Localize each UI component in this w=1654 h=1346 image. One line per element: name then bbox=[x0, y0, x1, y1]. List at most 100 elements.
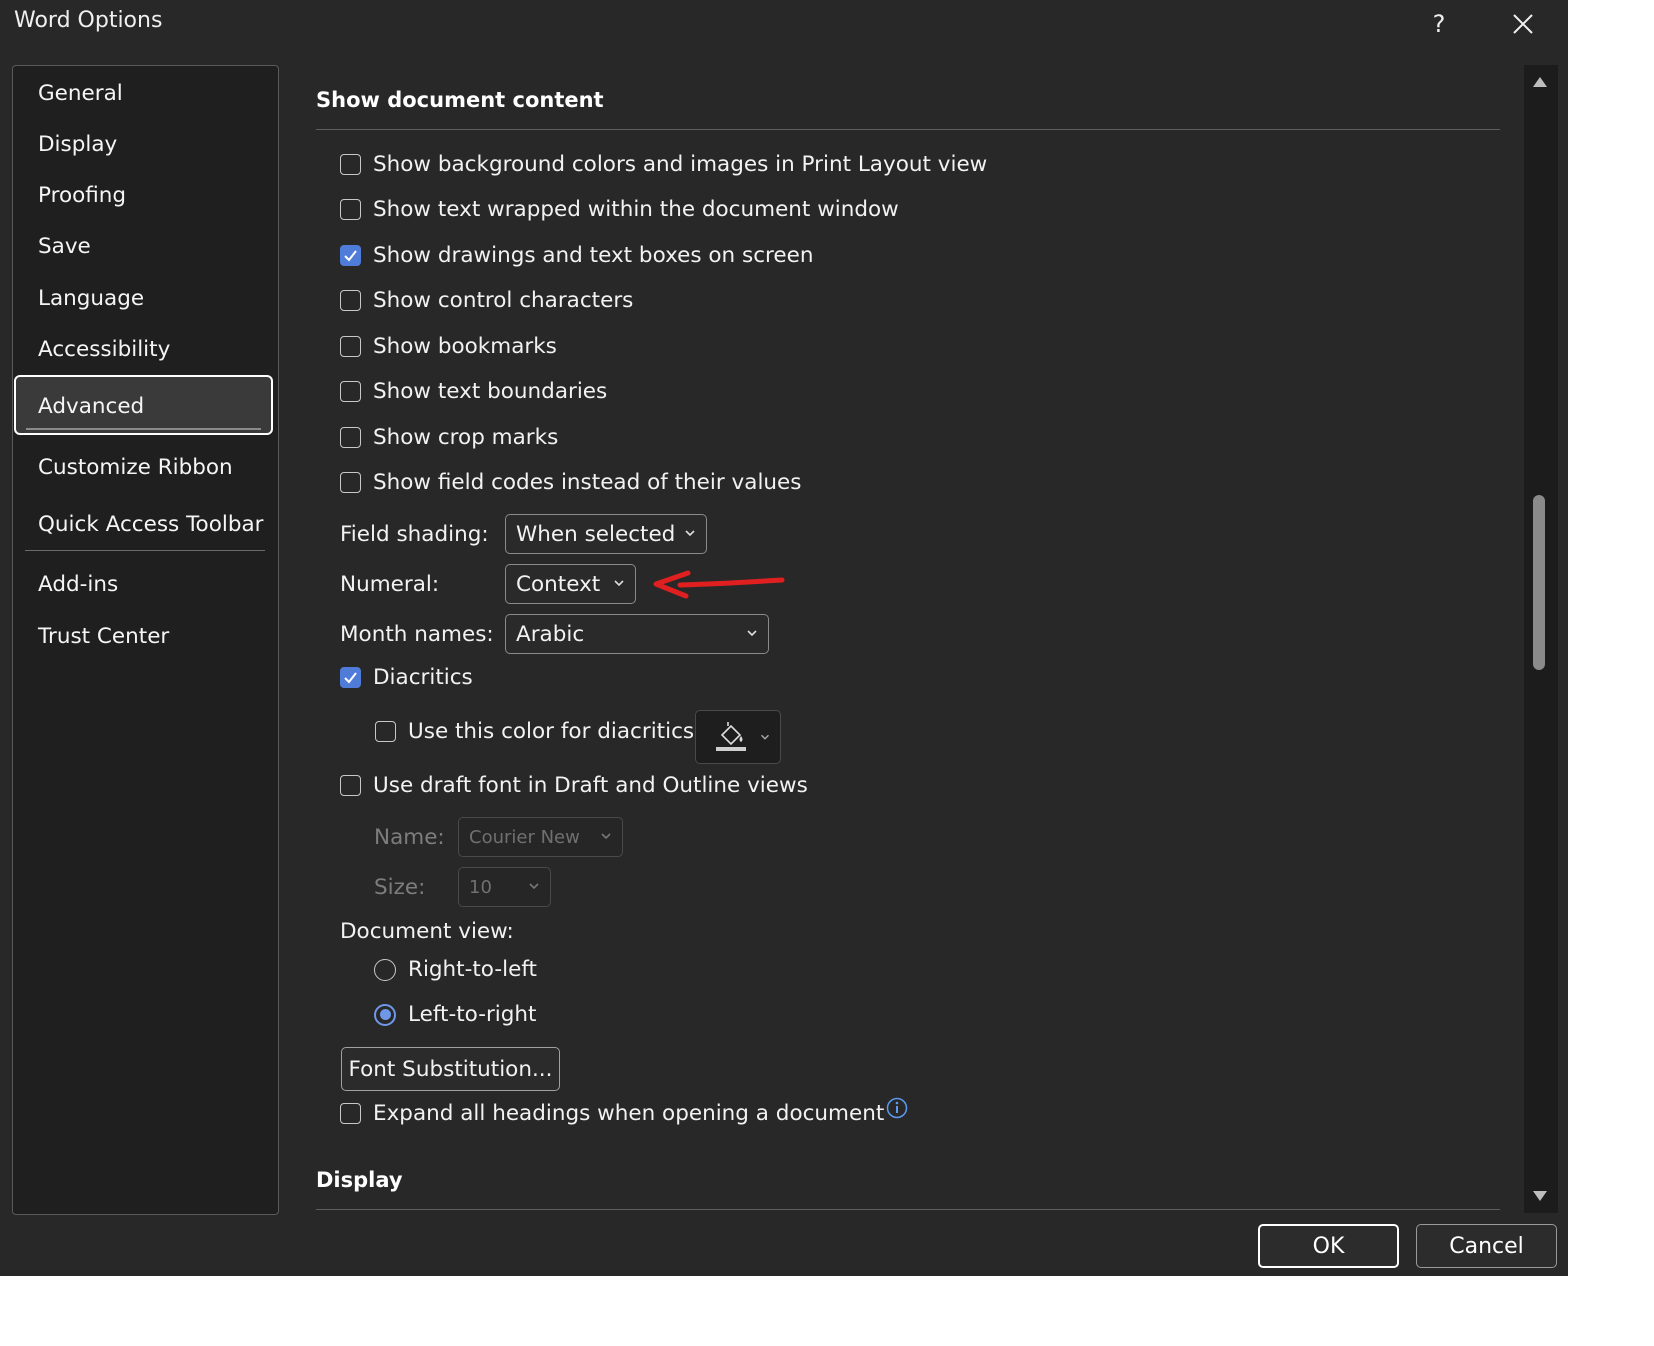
radio-button[interactable] bbox=[374, 958, 396, 981]
radio-label: Right-to-left bbox=[408, 957, 537, 982]
numeral-label: Numeral: bbox=[340, 572, 440, 597]
checkbox-row[interactable]: Show drawings and text boxes on screen bbox=[340, 243, 813, 268]
checkbox-row[interactable]: Use draft font in Draft and Outline view… bbox=[340, 773, 808, 798]
checkbox-row[interactable]: Show crop marks bbox=[340, 425, 558, 450]
sidebar-item-add-ins[interactable]: Add-ins bbox=[38, 572, 118, 597]
checkbox[interactable] bbox=[375, 721, 396, 742]
draft-font-size-dropdown[interactable]: 10 bbox=[458, 867, 551, 907]
diacritics-color-picker[interactable] bbox=[695, 710, 781, 764]
ok-button[interactable]: OK bbox=[1258, 1224, 1399, 1268]
radio-button-selected[interactable] bbox=[374, 1003, 396, 1026]
word-options-dialog: Word Options ? General Display Proofing … bbox=[0, 0, 1568, 1276]
chevron-down-icon bbox=[529, 883, 539, 890]
checkbox[interactable] bbox=[340, 775, 361, 796]
sidebar-item-customize-ribbon[interactable]: Customize Ribbon bbox=[38, 455, 233, 480]
field-shading-label: Field shading: bbox=[340, 522, 489, 547]
checkbox-label: Show field codes instead of their values bbox=[373, 470, 802, 495]
checkbox-checked[interactable] bbox=[340, 667, 361, 688]
checkbox-row[interactable]: Diacritics bbox=[340, 665, 473, 690]
help-button[interactable]: ? bbox=[1416, 4, 1462, 44]
checkbox-label: Show text wrapped within the document wi… bbox=[373, 197, 899, 222]
scroll-up-arrow-icon[interactable] bbox=[1532, 75, 1548, 89]
chevron-down-icon bbox=[747, 630, 757, 637]
sidebar-divider bbox=[25, 550, 265, 551]
checkbox-label: Use this color for diacritics bbox=[408, 719, 695, 744]
checkbox-row[interactable]: Expand all headings when opening a docum… bbox=[340, 1097, 908, 1126]
close-button[interactable] bbox=[1500, 4, 1546, 44]
chevron-down-icon bbox=[601, 833, 611, 840]
sidebar-item-advanced-label: Advanced bbox=[38, 394, 145, 419]
scrollbar-thumb[interactable] bbox=[1533, 495, 1545, 670]
checkbox[interactable] bbox=[340, 381, 361, 402]
checkbox-row[interactable]: Use this color for diacritics bbox=[375, 719, 694, 744]
checkbox-row[interactable]: Show background colors and images in Pri… bbox=[340, 152, 987, 177]
document-view-label: Document view: bbox=[340, 919, 514, 944]
checkbox[interactable] bbox=[340, 472, 361, 493]
checkbox-row[interactable]: Show text wrapped within the document wi… bbox=[340, 197, 899, 222]
checkbox-label: Diacritics bbox=[373, 665, 473, 690]
draft-size-label: Size: bbox=[374, 875, 426, 900]
info-icon[interactable] bbox=[886, 1097, 908, 1119]
sidebar-item-quick-access-toolbar[interactable]: Quick Access Toolbar bbox=[38, 512, 264, 537]
options-content: Show document content Show background co… bbox=[290, 60, 1520, 1212]
sidebar-item-trust-center[interactable]: Trust Center bbox=[38, 624, 169, 649]
font-substitution-button[interactable]: Font Substitution... bbox=[341, 1047, 560, 1091]
radio-row-right-to-left[interactable]: Right-to-left bbox=[374, 957, 537, 982]
section-title-display: Display bbox=[316, 1168, 403, 1192]
field-shading-value: When selected bbox=[516, 521, 676, 547]
annotation-arrow-icon bbox=[653, 570, 785, 599]
numeral-value: Context bbox=[516, 571, 601, 597]
numeral-dropdown[interactable]: Context bbox=[505, 564, 636, 604]
checkbox[interactable] bbox=[340, 336, 361, 357]
checkbox-row[interactable]: Show bookmarks bbox=[340, 334, 557, 359]
draft-font-name-value: Courier New bbox=[469, 826, 580, 848]
draft-name-label: Name: bbox=[374, 825, 445, 850]
sidebar-item-general[interactable]: General bbox=[38, 81, 123, 106]
radio-dot bbox=[379, 1009, 391, 1020]
checkbox[interactable] bbox=[340, 290, 361, 311]
section-divider bbox=[316, 1209, 1500, 1210]
chevron-down-icon bbox=[685, 530, 695, 537]
sidebar-item-proofing[interactable]: Proofing bbox=[38, 183, 126, 208]
month-names-label: Month names: bbox=[340, 622, 494, 647]
scroll-down-arrow-icon[interactable] bbox=[1532, 1189, 1548, 1203]
checkbox[interactable] bbox=[340, 427, 361, 448]
section-divider bbox=[316, 129, 1500, 130]
close-icon bbox=[1513, 14, 1533, 34]
chevron-down-icon bbox=[614, 580, 624, 587]
checkbox-label: Show text boundaries bbox=[373, 379, 608, 404]
checkbox-checked[interactable] bbox=[340, 245, 361, 266]
content-scrollbar[interactable] bbox=[1524, 65, 1558, 1213]
field-shading-dropdown[interactable]: When selected bbox=[505, 514, 707, 554]
checkbox-row[interactable]: Show text boundaries bbox=[340, 379, 607, 404]
checkbox-label: Show background colors and images in Pri… bbox=[373, 152, 988, 177]
month-names-value: Arabic bbox=[516, 621, 585, 647]
paint-bucket-icon bbox=[716, 722, 746, 751]
checkbox-label: Show drawings and text boxes on screen bbox=[373, 243, 814, 268]
selection-underline bbox=[26, 428, 261, 430]
dialog-title: Word Options bbox=[14, 8, 163, 33]
sidebar-item-display[interactable]: Display bbox=[38, 132, 117, 157]
checkbox[interactable] bbox=[340, 154, 361, 175]
checkbox-label: Use draft font in Draft and Outline view… bbox=[373, 773, 808, 798]
cancel-button[interactable]: Cancel bbox=[1416, 1224, 1557, 1268]
section-title-show-document-content: Show document content bbox=[316, 88, 604, 112]
checkmark-icon bbox=[344, 250, 357, 262]
checkbox[interactable] bbox=[340, 1103, 361, 1124]
checkbox[interactable] bbox=[340, 199, 361, 220]
checkbox-label: Expand all headings when opening a docum… bbox=[373, 1101, 885, 1126]
draft-font-name-dropdown[interactable]: Courier New bbox=[458, 817, 623, 857]
checkbox-row[interactable]: Show field codes instead of their values bbox=[340, 470, 802, 495]
sidebar-nav: General Display Proofing Save Language A… bbox=[12, 65, 279, 1215]
sidebar-item-save[interactable]: Save bbox=[38, 234, 91, 259]
sidebar-item-language[interactable]: Language bbox=[38, 286, 144, 311]
checkbox-row[interactable]: Show control characters bbox=[340, 288, 633, 313]
radio-label: Left-to-right bbox=[408, 1002, 537, 1027]
month-names-dropdown[interactable]: Arabic bbox=[505, 614, 769, 654]
radio-row-left-to-right[interactable]: Left-to-right bbox=[374, 1002, 536, 1027]
checkbox-label: Show bookmarks bbox=[373, 334, 557, 359]
chevron-down-icon bbox=[761, 734, 769, 740]
checkmark-icon bbox=[344, 672, 357, 684]
sidebar-item-accessibility[interactable]: Accessibility bbox=[38, 337, 170, 362]
checkbox-label: Show crop marks bbox=[373, 425, 559, 450]
